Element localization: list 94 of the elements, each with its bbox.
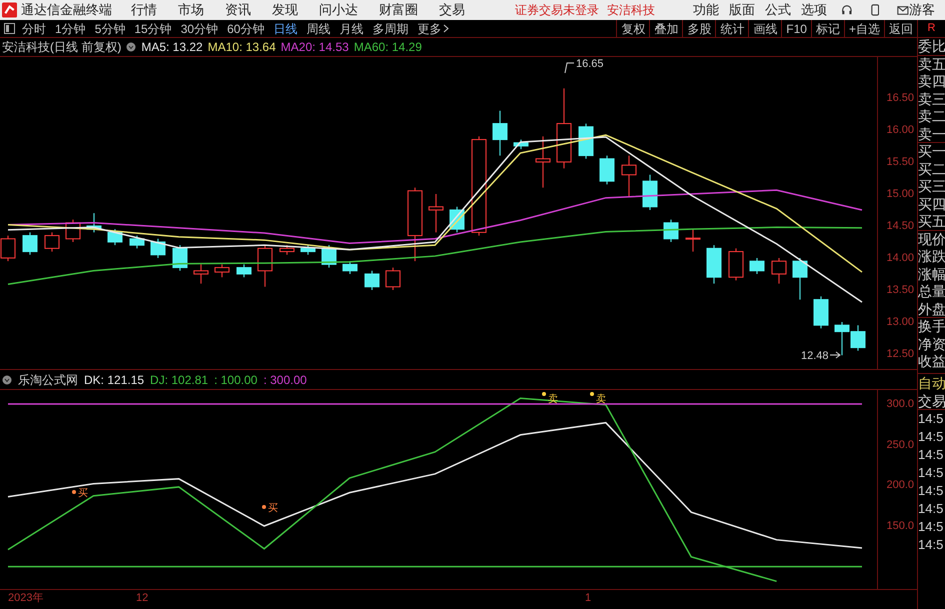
signal-label: 买 (78, 488, 88, 499)
legend-name: MA20 (280, 39, 312, 56)
user-label[interactable]: 游客 (909, 0, 935, 20)
trade-time: 14:5 (918, 446, 944, 464)
indicator-title: 乐淘公式网 (18, 372, 78, 388)
quote-label: 卖四 (918, 73, 945, 90)
quote-label: 买二 (918, 160, 945, 178)
date-axis-label: 2023年 (8, 592, 44, 604)
legend-name: MA5 (141, 39, 166, 56)
toolbar-button[interactable]: 复权 (616, 20, 650, 37)
price-axis-label: 16.00 (886, 124, 914, 136)
period-tab[interactable]: 周线 (306, 20, 330, 38)
indicator-axis-label: 300.0 (886, 398, 914, 410)
toolbar-button[interactable]: +自选 (844, 20, 884, 37)
quote-label: 委比 (918, 38, 945, 56)
trade-time: 14:5 (918, 482, 944, 500)
app-title: 通达信金融终端 (21, 1, 112, 20)
quote-label: 净资 (918, 336, 945, 353)
indicator-axis-label: 150.0 (886, 520, 914, 532)
price-axis-label: 13.00 (886, 316, 914, 328)
trade-tab[interactable]: 自动 (918, 374, 945, 392)
high-price-label: 16.65 (576, 58, 604, 70)
period-tab[interactable]: 多周期 (372, 20, 408, 38)
low-price-label: 12.48 (801, 350, 829, 362)
toolbar-button[interactable]: 标记 (810, 20, 844, 37)
trade-tab[interactable]: 交易 (918, 392, 945, 410)
quote-label: 买一 (918, 143, 945, 160)
price-axis-label: 14.00 (886, 252, 914, 264)
price-axis-label: 15.00 (886, 188, 914, 200)
menu-item[interactable]: 市场 (178, 0, 204, 20)
trade-time: 14:5 (918, 410, 944, 428)
toolbar-button[interactable]: F10 (781, 20, 811, 37)
menu-item[interactable]: 资讯 (225, 0, 252, 20)
menu-item[interactable]: 问小达 (319, 0, 358, 20)
quote-label: 卖三 (918, 90, 945, 108)
menu-item[interactable]: 选项 (801, 0, 828, 20)
legend-name: DJ (150, 372, 165, 388)
trade-time: 14:5 (918, 518, 944, 536)
legend-value: : 13.64 (239, 39, 276, 56)
toolbar-button[interactable]: 画线 (748, 20, 782, 37)
price-axis-label: 16.50 (886, 92, 914, 104)
trade-time: 14:5 (918, 500, 944, 518)
trade-time: 14:5 (918, 464, 944, 482)
period-tab[interactable]: 5分钟 (94, 20, 126, 38)
price-axis-label: 13.50 (886, 284, 914, 296)
quote-label: 卖一 (918, 126, 945, 143)
price-axis-label: 15.50 (886, 156, 914, 168)
legend-value: : 13.22 (166, 39, 203, 56)
legend-name: DK (84, 372, 101, 388)
stock-name: 安洁科技 (607, 2, 656, 19)
signal-label: 买 (268, 503, 278, 514)
price-axis-label: 12.50 (886, 348, 914, 360)
price-axis-label: 14.50 (886, 220, 914, 232)
corner-label: R (917, 20, 945, 37)
menu-item[interactable]: 财富圈 (379, 0, 418, 20)
menu-item[interactable]: 发现 (272, 0, 298, 20)
date-axis-label: 1 (585, 592, 592, 604)
login-status: 证券交易未登录 (515, 2, 600, 19)
menu-item[interactable]: 交易 (439, 0, 466, 20)
legend-value: : 300.00 (263, 372, 307, 388)
trade-time: 14:5 (918, 536, 944, 554)
period-tab[interactable]: 月线 (339, 20, 364, 38)
menu-item[interactable]: 行情 (131, 0, 158, 20)
legend-value: : 100.00 (214, 372, 258, 388)
menu-item[interactable]: 公式 (765, 0, 792, 20)
legend-name: MA60 (354, 39, 386, 56)
date-axis-label: 12 (136, 592, 148, 604)
period-tab[interactable]: 30分钟 (180, 20, 218, 38)
toolbar-button[interactable]: 叠加 (649, 20, 682, 37)
toolbar-button[interactable]: 统计 (715, 20, 748, 37)
legend-value: : 14.29 (385, 39, 422, 56)
signal-label: 卖 (596, 394, 606, 405)
quote-label: 涨幅 (918, 266, 945, 283)
period-tab[interactable]: 1分钟 (55, 20, 86, 38)
quote-label: 买四 (918, 196, 945, 213)
quote-label: 卖二 (918, 108, 945, 126)
trade-time: 14:5 (918, 428, 944, 446)
period-tab[interactable]: 日线 (273, 20, 298, 38)
more-button[interactable]: 更多 (417, 20, 450, 38)
toolbar-button[interactable]: 多股 (682, 20, 716, 37)
period-tab[interactable]: 60分钟 (227, 20, 264, 38)
menu-item[interactable]: 版面 (729, 0, 756, 20)
legend-value: : 102.81 (164, 372, 208, 388)
menu-item[interactable]: 功能 (693, 0, 720, 20)
legend-value: : 14.53 (312, 39, 349, 56)
indicator-axis-label: 250.0 (886, 438, 914, 451)
toolbar-button[interactable]: 返回 (884, 20, 917, 37)
period-tab[interactable]: 15分钟 (134, 20, 172, 38)
quote-label: 买三 (918, 178, 945, 196)
period-tab[interactable]: 分时 (22, 20, 46, 38)
legend-value: : 121.15 (100, 372, 144, 388)
indicator-axis-label: 200.0 (886, 479, 914, 492)
chart-title: 安洁科技(日线 前复权) (2, 39, 122, 56)
legend-name: MA10 (208, 39, 240, 56)
